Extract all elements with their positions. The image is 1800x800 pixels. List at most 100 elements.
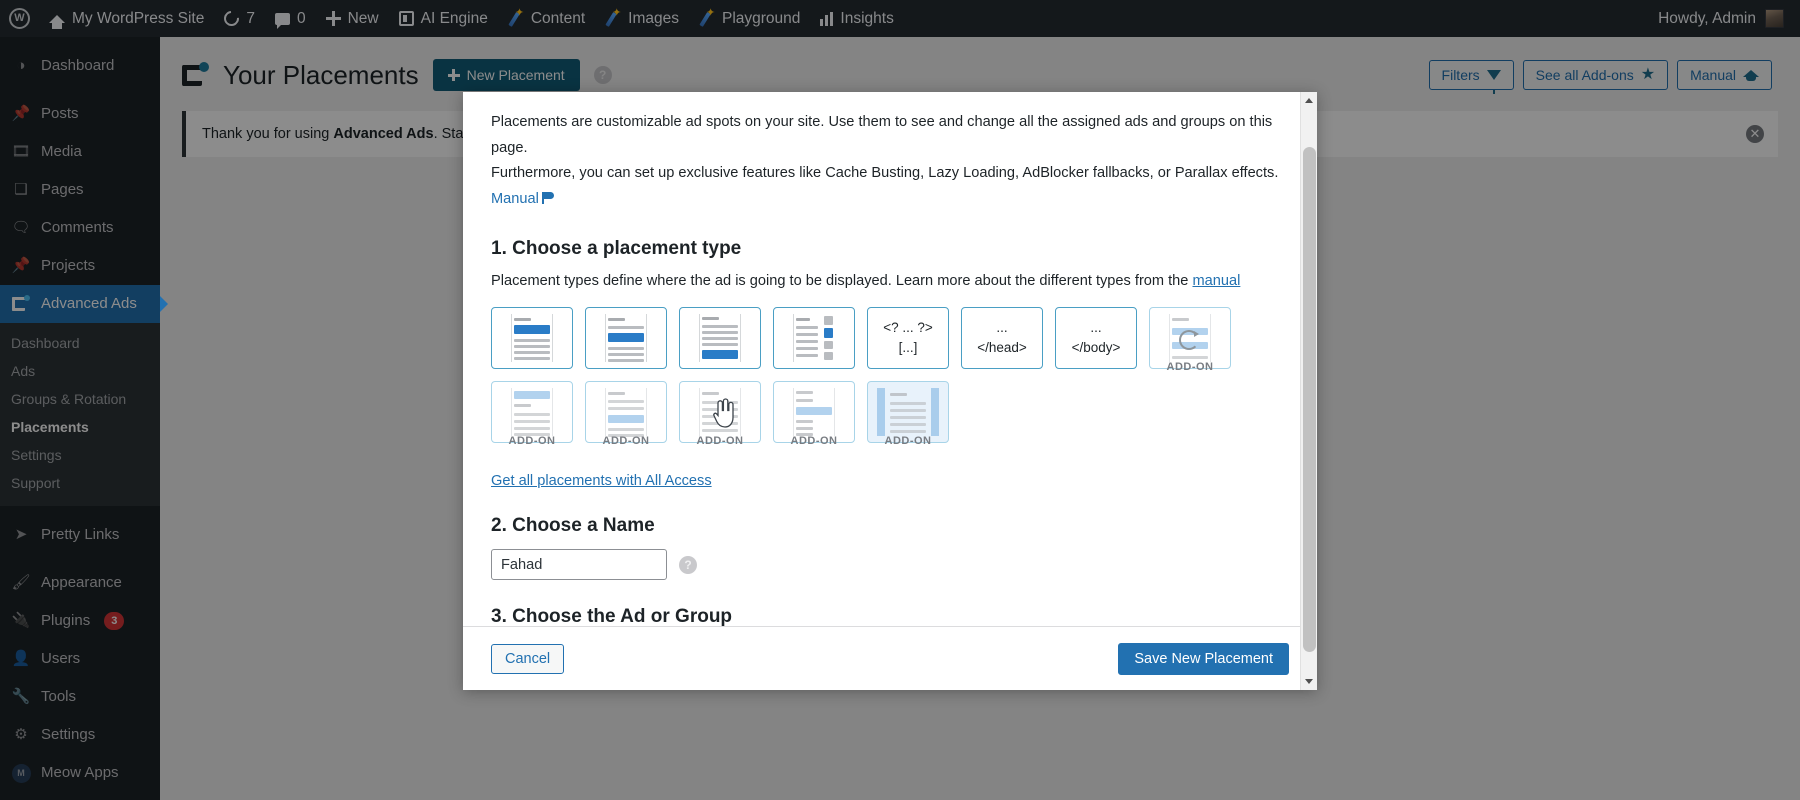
adminbar-item-wordpress-logo[interactable] <box>0 0 39 37</box>
step3-title: 3. Choose the Ad or Group <box>491 606 733 626</box>
modal-intro-line1: Placements are customizable ad spots on … <box>491 114 1273 156</box>
sidebar-item-tools[interactable]: 🔧 Tools <box>0 678 160 716</box>
adminbar-item-updates[interactable]: 7 <box>214 0 265 37</box>
adminbar-item-new[interactable]: New <box>316 0 389 37</box>
addon-badge: ADD-ON <box>508 435 556 448</box>
adminbar-account[interactable]: Howdy, Admin <box>1658 9 1800 28</box>
placement-type-card[interactable]: ... </head> <box>961 307 1043 370</box>
placement-name-input[interactable] <box>491 549 667 581</box>
sidebar-item-pages[interactable]: ❑ Pages <box>0 171 160 209</box>
get-all-placements-link[interactable]: Get all placements with All Access <box>491 473 712 489</box>
sidebar-item-label: Comments <box>41 219 114 236</box>
sidebar-item-appearance[interactable]: 🖌 Appearance <box>0 564 160 602</box>
wordpress-logo-icon <box>9 8 30 29</box>
code-line-2: </body> <box>1071 340 1121 356</box>
sidebar-subitem-ads[interactable]: Ads <box>0 357 160 385</box>
scrollbar-thumb[interactable] <box>1303 147 1316 652</box>
magic-wand-icon <box>699 6 715 27</box>
sidebar-item-users[interactable]: 👤 Users <box>0 640 160 678</box>
addon-badge: ADD-ON <box>790 435 838 448</box>
placement-type-card[interactable] <box>773 307 855 370</box>
help-icon[interactable]: ? <box>679 555 697 574</box>
comments-icon <box>274 12 290 29</box>
manual-link[interactable]: Manual <box>491 191 539 207</box>
manual-link-inline[interactable]: manual <box>1192 273 1240 289</box>
adminbar-content-label: Content <box>530 9 586 27</box>
step1-description-text: Placement types define where the ad is g… <box>491 273 1193 290</box>
sidebar-subitem-support[interactable]: Support <box>0 469 160 497</box>
placement-type-card-addon[interactable]: ADD-ON <box>679 381 761 447</box>
sidebar-submenu-advanced-ads: Dashboard Ads Groups & Rotation Placemen… <box>0 323 160 506</box>
adminbar-item-ai-engine[interactable]: AI Engine <box>389 0 498 37</box>
addon-badge: ADD-ON <box>1166 361 1214 374</box>
scroll-up-arrow-icon[interactable] <box>1301 92 1317 109</box>
sidebar-subitem-placements[interactable]: Placements <box>0 413 160 441</box>
sidebar-item-dashboard[interactable]: ◑ Dashboard <box>0 47 160 85</box>
sidebar-item-plugins[interactable]: 🔌 Plugins 3 <box>0 602 160 640</box>
users-icon: 👤 <box>11 650 31 667</box>
sidebar-item-label: Meow Apps <box>41 764 119 781</box>
adminbar-item-insights[interactable]: Insights <box>810 0 903 37</box>
save-new-placement-button[interactable]: Save New Placement <box>1118 642 1289 675</box>
meow-apps-icon: M <box>11 763 31 783</box>
sidebar-item-comments[interactable]: 🗨 Comments <box>0 209 160 247</box>
placement-type-card[interactable]: <? ... ?> [...] <box>867 307 949 370</box>
step1-description: Placement types define where the ad is g… <box>491 273 1289 289</box>
sidebar-item-label: Tools <box>41 688 77 705</box>
sidebar-item-label: Settings <box>41 726 96 743</box>
magic-wand-icon <box>605 6 621 27</box>
adminbar-item-site-name[interactable]: My WordPress Site <box>39 0 214 37</box>
sidebar-subitem-settings[interactable]: Settings <box>0 441 160 469</box>
sidebar-item-label: Pretty Links <box>41 526 120 543</box>
placement-type-card[interactable] <box>679 307 761 370</box>
sidebar-item-meow-apps[interactable]: M Meow Apps <box>0 754 160 792</box>
media-icon: 🎞 <box>11 143 31 160</box>
refresh-icon <box>1179 330 1199 351</box>
sidebar-item-media[interactable]: 🎞 Media <box>0 133 160 171</box>
sidebar-item-posts[interactable]: 📌 Posts <box>0 95 160 133</box>
code-line-2: </head> <box>977 340 1027 356</box>
code-line-2: [...] <box>898 340 918 356</box>
dashboard-icon: ◑ <box>16 57 26 74</box>
advanced-ads-icon <box>11 294 31 314</box>
adminbar-images-label: Images <box>628 9 679 27</box>
adminbar-item-images[interactable]: Images <box>595 0 689 37</box>
adminbar-item-playground[interactable]: Playground <box>689 0 810 37</box>
code-line-1: ... <box>1090 319 1102 335</box>
modal-intro: Placements are customizable ad spots on … <box>491 110 1289 212</box>
layout-preview-icon <box>783 314 845 363</box>
scroll-down-arrow-icon[interactable] <box>1301 673 1317 690</box>
adminbar-ai-engine-label: AI Engine <box>420 9 488 27</box>
placement-type-card[interactable] <box>491 307 573 370</box>
adminbar-item-content[interactable]: Content <box>498 0 595 37</box>
code-line-1: <? ... ?> <box>883 319 933 335</box>
layout-preview-icon <box>689 314 751 363</box>
sidebar-item-advanced-ads[interactable]: Advanced Ads <box>0 285 168 323</box>
placement-type-card-addon[interactable]: ADD-ON <box>585 381 667 447</box>
sidebar-item-settings[interactable]: ⚙ Settings <box>0 716 160 754</box>
sidebar-subitem-groups-rotation[interactable]: Groups & Rotation <box>0 385 160 413</box>
appearance-icon: 🖌 <box>11 574 31 591</box>
sidebar-item-pretty-links[interactable]: ➤ Pretty Links <box>0 516 160 554</box>
new-placement-modal: Placements are customizable ad spots on … <box>463 92 1317 690</box>
placement-type-card-addon[interactable]: ADD-ON <box>867 381 949 447</box>
placement-type-card-addon[interactable]: ADD-ON <box>773 381 855 447</box>
sidebar-item-label: Appearance <box>41 574 122 591</box>
cancel-button[interactable]: Cancel <box>491 643 565 674</box>
modal-scrollbar[interactable] <box>1300 92 1317 690</box>
sidebar-item-label: Users <box>41 650 81 667</box>
adminbar-item-comments[interactable]: 0 <box>265 0 316 37</box>
sidebar-subitem-dashboard[interactable]: Dashboard <box>0 329 160 357</box>
sidebar-item-projects[interactable]: 📌 Projects <box>0 247 160 285</box>
placement-type-card[interactable]: ... </body> <box>1055 307 1137 370</box>
modal-intro-line2-text: Furthermore, you can set up exclusive fe… <box>491 165 1279 182</box>
placement-type-card[interactable] <box>585 307 667 370</box>
adminbar-howdy-label: Howdy, Admin <box>1658 9 1756 27</box>
placement-type-card-addon[interactable]: ADD-ON <box>491 381 573 447</box>
placement-type-card-addon[interactable]: ADD-ON <box>1149 307 1231 373</box>
layout-preview-icon <box>501 314 563 363</box>
magic-wand-icon <box>508 6 524 27</box>
